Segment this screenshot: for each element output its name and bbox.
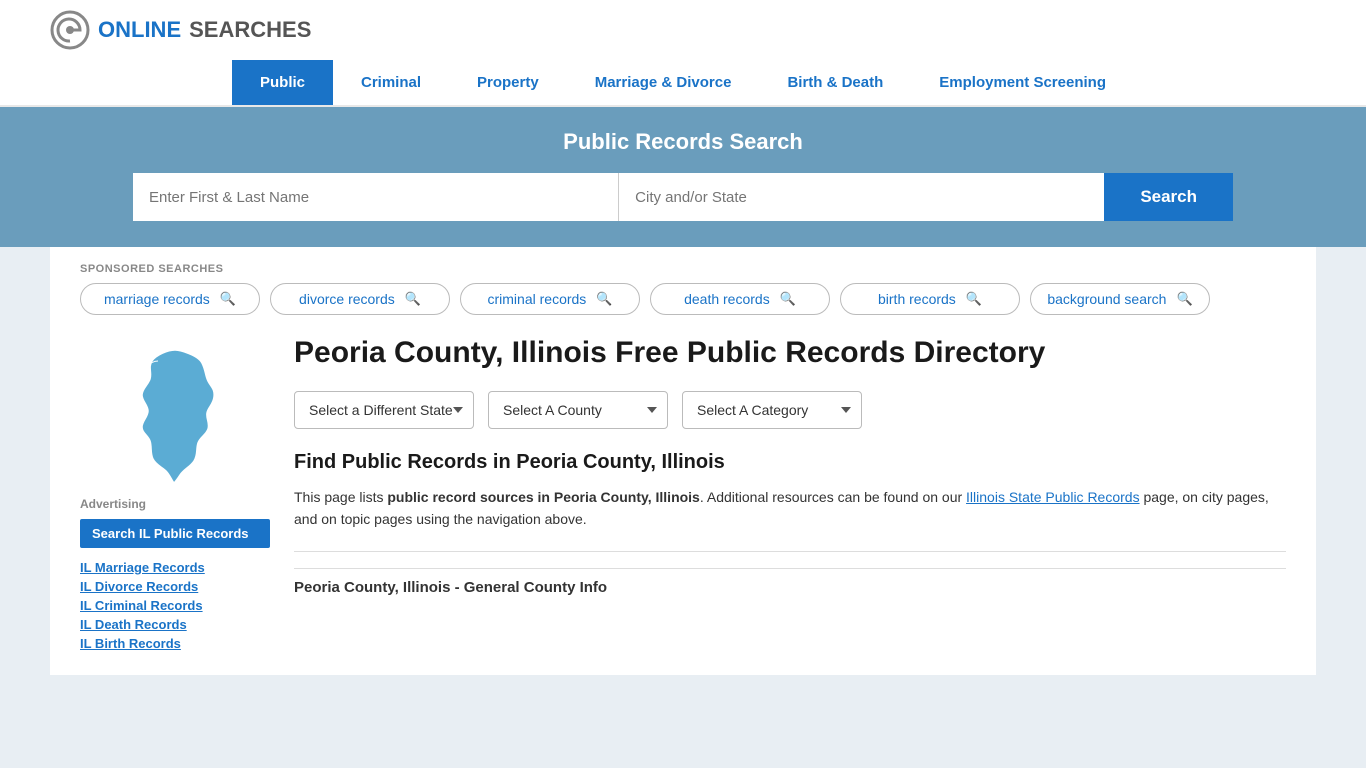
page-title: Peoria County, Illinois Free Public Reco… [294, 335, 1286, 371]
pill-label: background search [1047, 291, 1166, 307]
pill-criminal-records[interactable]: criminal records 🔍 [460, 283, 640, 315]
logo[interactable]: ONLINE SEARCHES [50, 10, 1316, 50]
sidebar-link-death[interactable]: IL Death Records [80, 617, 270, 632]
pill-marriage-records[interactable]: marriage records 🔍 [80, 283, 260, 315]
pill-birth-records[interactable]: birth records 🔍 [840, 283, 1020, 315]
logo-text-searches: SEARCHES [189, 17, 311, 43]
general-info-title: Peoria County, Illinois - General County… [294, 568, 1286, 596]
find-records-title: Find Public Records in Peoria County, Il… [294, 451, 1286, 474]
search-pills: marriage records 🔍 divorce records 🔍 cri… [80, 283, 1286, 315]
city-input[interactable] [618, 173, 1104, 221]
nav-item-criminal[interactable]: Criminal [333, 60, 449, 105]
sidebar-link-birth[interactable]: IL Birth Records [80, 636, 270, 651]
pill-label: criminal records [488, 291, 587, 307]
illinois-map-svg [120, 345, 230, 485]
search-icon-6: 🔍 [1176, 291, 1192, 307]
nav-item-property[interactable]: Property [449, 60, 567, 105]
sidebar-link-marriage[interactable]: IL Marriage Records [80, 560, 270, 575]
pill-divorce-records[interactable]: divorce records 🔍 [270, 283, 450, 315]
county-section: Advertising Search IL Public Records IL … [80, 335, 1286, 655]
search-button[interactable]: Search [1104, 173, 1233, 221]
find-description: This page lists public record sources in… [294, 486, 1286, 531]
name-input[interactable] [133, 173, 618, 221]
county-right-panel: Peoria County, Illinois Free Public Reco… [294, 335, 1286, 655]
find-desc-prefix: This page lists [294, 489, 387, 505]
find-desc-bold: public record sources in Peoria County, … [387, 489, 699, 505]
find-desc-mid: . Additional resources can be found on o… [700, 489, 966, 505]
nav-item-marriage-divorce[interactable]: Marriage & Divorce [567, 60, 760, 105]
advertising-section: Advertising Search IL Public Records IL … [80, 497, 270, 651]
pill-label: divorce records [299, 291, 395, 307]
search-icon-5: 🔍 [966, 291, 982, 307]
sidebar-link-divorce[interactable]: IL Divorce Records [80, 579, 270, 594]
advertising-label: Advertising [80, 497, 270, 511]
nav-item-public[interactable]: Public [232, 60, 333, 105]
search-banner: Public Records Search Search [0, 107, 1366, 247]
category-dropdown[interactable]: Select A Category [682, 391, 862, 429]
header: ONLINE SEARCHES [0, 0, 1366, 60]
search-banner-title: Public Records Search [50, 129, 1316, 155]
pill-label: marriage records [104, 291, 210, 307]
pill-background-search[interactable]: background search 🔍 [1030, 283, 1210, 315]
search-icon-4: 🔍 [780, 291, 796, 307]
il-state-link[interactable]: Illinois State Public Records [966, 489, 1140, 505]
section-divider [294, 551, 1286, 552]
search-icon-2: 🔍 [405, 291, 421, 307]
county-dropdown[interactable]: Select A County [488, 391, 668, 429]
content-box: SPONSORED SEARCHES marriage records 🔍 di… [50, 247, 1316, 675]
state-map [80, 335, 270, 485]
logo-icon [50, 10, 90, 50]
county-left-panel: Advertising Search IL Public Records IL … [80, 335, 270, 655]
pill-label: death records [684, 291, 770, 307]
nav-item-employment[interactable]: Employment Screening [911, 60, 1134, 105]
logo-text-online: ONLINE [98, 17, 181, 43]
pill-death-records[interactable]: death records 🔍 [650, 283, 830, 315]
search-form: Search [133, 173, 1233, 221]
main-area: SPONSORED SEARCHES marriage records 🔍 di… [0, 247, 1366, 675]
search-icon-3: 🔍 [596, 291, 612, 307]
sidebar-link-criminal[interactable]: IL Criminal Records [80, 598, 270, 613]
nav-item-birth-death[interactable]: Birth & Death [759, 60, 911, 105]
main-nav: Public Criminal Property Marriage & Divo… [0, 60, 1366, 107]
state-dropdown[interactable]: Select a Different State [294, 391, 474, 429]
sponsored-label: SPONSORED SEARCHES [80, 263, 1286, 275]
pill-label: birth records [878, 291, 956, 307]
dropdown-row: Select a Different State Select A County… [294, 391, 1286, 429]
search-icon-1: 🔍 [220, 291, 236, 307]
ad-button[interactable]: Search IL Public Records [80, 519, 270, 548]
